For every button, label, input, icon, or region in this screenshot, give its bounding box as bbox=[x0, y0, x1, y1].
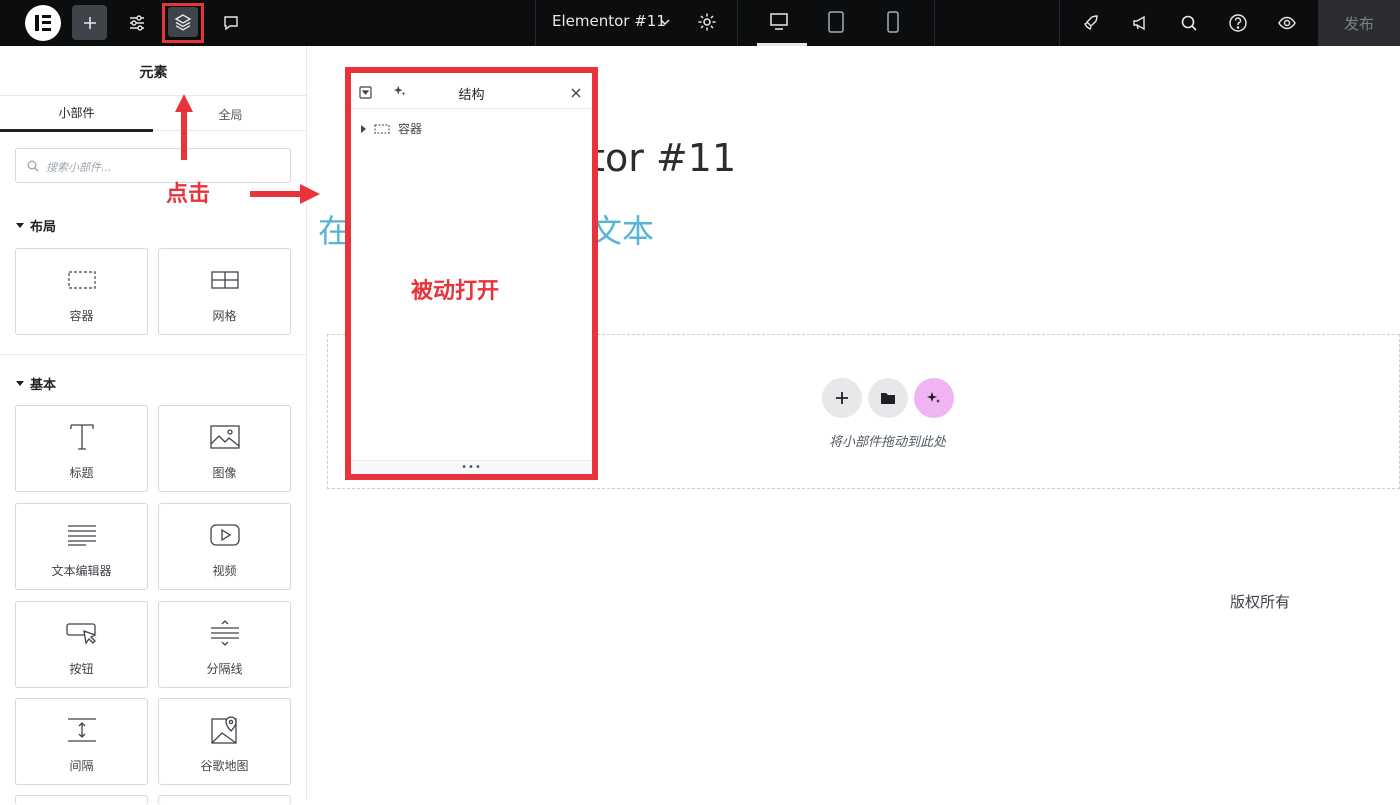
heading-icon bbox=[62, 421, 102, 453]
add-section-button[interactable] bbox=[822, 378, 862, 418]
opened-annotation: 被动打开 bbox=[411, 279, 500, 304]
plus-icon bbox=[836, 392, 848, 404]
section-divider bbox=[0, 354, 307, 355]
widget-container[interactable]: 容器 bbox=[15, 248, 148, 335]
megaphone-icon[interactable] bbox=[1125, 8, 1155, 38]
publish-button[interactable]: 发布 bbox=[1318, 0, 1400, 46]
chevron-down-icon[interactable] bbox=[658, 14, 672, 33]
page-subtext-right[interactable]: 文本 bbox=[590, 206, 654, 252]
widget-search-input[interactable]: 搜索小部件... bbox=[15, 148, 291, 183]
container-icon bbox=[62, 264, 102, 296]
image-icon bbox=[205, 421, 245, 453]
structure-item-container[interactable]: 容器 bbox=[361, 120, 422, 137]
tablet-icon[interactable] bbox=[825, 10, 847, 38]
button-icon bbox=[62, 617, 102, 649]
ai-generate-button[interactable] bbox=[914, 378, 954, 418]
widget-label: 容器 bbox=[69, 309, 94, 323]
widget-spacer[interactable]: 间隔 bbox=[15, 698, 148, 785]
google-maps-icon bbox=[205, 714, 245, 746]
widget-label: 谷歌地图 bbox=[200, 759, 249, 773]
panel-title: 元素 bbox=[139, 65, 168, 81]
sliders-icon bbox=[130, 15, 144, 31]
widget-label: 文本编辑器 bbox=[51, 564, 112, 578]
widget-divider[interactable]: 分隔线 bbox=[158, 601, 291, 688]
widget-grid[interactable]: 网格 bbox=[158, 248, 291, 335]
widget-partial[interactable] bbox=[15, 795, 148, 805]
container-icon bbox=[374, 124, 390, 133]
widget-label: 间隔 bbox=[69, 759, 94, 773]
search-placeholder: 搜索小部件... bbox=[46, 161, 112, 174]
plus-icon bbox=[83, 16, 96, 29]
caret-right-icon[interactable] bbox=[361, 124, 366, 133]
rocket-icon[interactable] bbox=[1076, 8, 1106, 38]
widget-heading[interactable]: 标题 bbox=[15, 405, 148, 492]
section-layout-header[interactable]: 布局 bbox=[16, 216, 56, 235]
video-icon bbox=[205, 519, 245, 551]
help-icon[interactable] bbox=[1223, 8, 1253, 38]
add-element-button[interactable] bbox=[72, 5, 107, 40]
widget-google-maps[interactable]: 谷歌地图 bbox=[158, 698, 291, 785]
footer-copyright[interactable]: 版权所有 bbox=[1230, 591, 1290, 612]
notes-button[interactable] bbox=[216, 8, 246, 38]
divider-icon bbox=[205, 617, 245, 649]
dropzone-hint: 将小部件拖动到此处 bbox=[829, 435, 947, 450]
close-icon[interactable] bbox=[570, 84, 582, 103]
structure-title: 结构 bbox=[458, 88, 485, 103]
widget-button[interactable]: 按钮 bbox=[15, 601, 148, 688]
structure-button-highlight bbox=[162, 3, 204, 43]
widget-label: 分隔线 bbox=[206, 662, 243, 676]
section-title: 布局 bbox=[30, 220, 57, 235]
widget-text-editor[interactable]: 文本编辑器 bbox=[15, 503, 148, 590]
search-icon[interactable] bbox=[1174, 8, 1204, 38]
eye-icon[interactable] bbox=[1272, 8, 1302, 38]
section-basic-header[interactable]: 基本 bbox=[16, 374, 56, 393]
document-title[interactable]: Elementor #11 bbox=[552, 12, 666, 30]
desktop-icon[interactable] bbox=[768, 10, 790, 36]
caret-down-icon bbox=[16, 223, 24, 228]
arrow-right-annotation bbox=[250, 184, 320, 204]
widget-image[interactable]: 图像 bbox=[158, 405, 291, 492]
widget-label: 图像 bbox=[212, 466, 237, 480]
tab-widgets[interactable]: 小部件 bbox=[0, 96, 153, 132]
arrow-up-annotation bbox=[175, 94, 193, 160]
elements-panel: 元素 小部件 全局 搜索小部件... 布局 容器 网格 基本 标题 图像 文本编… bbox=[0, 46, 307, 805]
caret-down-icon bbox=[16, 381, 24, 386]
chat-icon bbox=[224, 16, 238, 31]
section-title: 基本 bbox=[30, 378, 57, 393]
grid-icon bbox=[205, 264, 245, 296]
widget-label: 视频 bbox=[212, 564, 237, 578]
mobile-icon[interactable] bbox=[882, 10, 904, 38]
add-template-button[interactable] bbox=[868, 378, 908, 418]
search-icon bbox=[27, 160, 39, 172]
widget-label: 网格 bbox=[212, 309, 237, 323]
panel-tabs: 小部件 全局 bbox=[0, 95, 307, 132]
structure-resize-handle[interactable]: ••• bbox=[351, 460, 592, 474]
text-editor-icon bbox=[62, 519, 102, 551]
widget-label: 标题 bbox=[69, 466, 94, 480]
sparkle-icon bbox=[927, 392, 940, 403]
site-settings-button[interactable] bbox=[122, 8, 152, 38]
folder-icon bbox=[881, 393, 895, 404]
widget-partial[interactable] bbox=[158, 795, 291, 805]
spacer-icon bbox=[62, 714, 102, 746]
structure-header: 结构 bbox=[351, 73, 592, 109]
gear-icon[interactable] bbox=[696, 11, 718, 37]
widget-video[interactable]: 视频 bbox=[158, 503, 291, 590]
structure-item-label: 容器 bbox=[398, 122, 423, 136]
widget-label: 按钮 bbox=[69, 662, 94, 676]
elementor-logo-icon[interactable] bbox=[25, 5, 61, 41]
click-annotation: 点击 bbox=[166, 182, 211, 207]
top-bar: Elementor #11 发布 bbox=[0, 0, 1400, 46]
